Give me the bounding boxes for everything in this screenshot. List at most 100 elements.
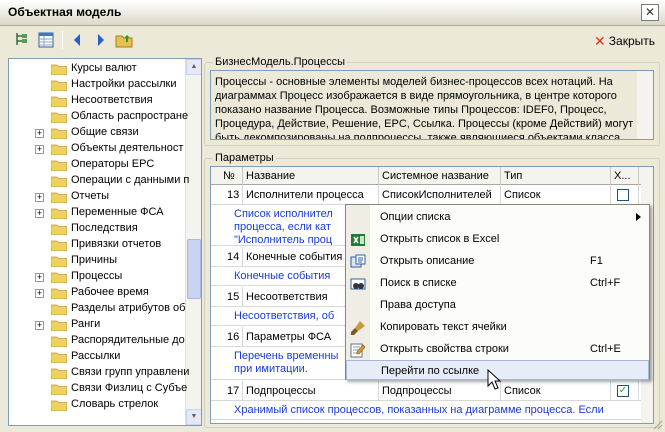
col-type[interactable]: Тип — [501, 167, 611, 185]
cell-sys[interactable]: СписокИсполнителей — [379, 185, 501, 205]
context-menu-item[interactable]: Открыть свойства строки Ctrl+E — [346, 339, 649, 361]
table-row[interactable]: 17 Подпроцессы Подпроцессы Список ✓ — [211, 381, 641, 401]
folder-icon — [50, 159, 68, 172]
tree-item[interactable]: Последствия — [9, 221, 189, 237]
folder-icon — [50, 79, 68, 92]
folder-icon — [50, 111, 68, 124]
tree-item[interactable]: Операторы EPC — [9, 157, 189, 173]
col-num[interactable]: № — [211, 167, 243, 185]
tree-item-label: Операции с данными п — [71, 174, 190, 186]
table-row[interactable]: 13 Исполнители процесса СписокИсполнителей… — [211, 185, 641, 205]
tree-item[interactable]: + Отчеты — [9, 189, 189, 205]
expand-icon[interactable]: + — [35, 289, 44, 298]
row-description-line: Хранимый список процессов, показанных на… — [234, 404, 604, 416]
expand-icon[interactable]: + — [35, 129, 44, 138]
tree-item[interactable]: Операции с данными п — [9, 173, 189, 189]
description-text: Процессы - основные элементы моделей биз… — [215, 76, 634, 140]
row-checkbox[interactable] — [617, 189, 629, 201]
tree-item[interactable]: Распорядительные до — [9, 333, 189, 349]
tree-item[interactable]: Связи Физлиц с Субъе — [9, 381, 189, 397]
forward-arrow-icon[interactable] — [90, 30, 110, 50]
table-view-icon[interactable] — [36, 30, 56, 50]
context-menu-item[interactable]: Поиск в списке Ctrl+F — [346, 273, 649, 295]
col-sys[interactable]: Системное название — [379, 167, 501, 185]
tree-item-label: Рабочее время — [71, 286, 149, 298]
object-model-window: Объектная модель ✕ ✕ Закрыть ▲ ▼ Курсы в… — [0, 0, 665, 432]
context-menu-label: Поиск в списке — [380, 277, 457, 289]
tree-item[interactable]: Несоответствия — [9, 93, 189, 109]
tree-item-label: Рассылки — [71, 350, 121, 362]
tree-item-label: Настройки рассылки — [71, 78, 177, 90]
cell-num[interactable]: 16 — [211, 327, 243, 347]
tree-item[interactable]: Связи групп управлени — [9, 365, 189, 381]
tree-item[interactable]: Причины — [9, 253, 189, 269]
cell-type[interactable]: Список — [501, 381, 611, 401]
expand-icon[interactable]: + — [35, 273, 44, 282]
cell-num[interactable]: 17 — [211, 381, 243, 401]
expand-icon[interactable]: + — [35, 145, 44, 154]
folder-icon — [50, 63, 68, 76]
tree-item-label: Отчеты — [71, 190, 110, 202]
class-tree[interactable]: ▲ ▼ Курсы валют Настройки рассылки Несоотв… — [8, 58, 202, 426]
cell-num[interactable]: 14 — [211, 247, 243, 267]
tree-item[interactable]: Привязки отчетов — [9, 237, 189, 253]
tree-item[interactable]: + Рабочее время — [9, 285, 189, 301]
context-menu-item[interactable]: Права доступа — [346, 295, 649, 317]
back-arrow-icon[interactable] — [68, 30, 88, 50]
cell-checkbox[interactable] — [611, 185, 639, 205]
description-scrollbar[interactable] — [637, 71, 653, 139]
description-icon — [350, 254, 366, 270]
tree-view-icon[interactable] — [12, 30, 32, 50]
expand-icon[interactable]: + — [35, 321, 44, 330]
tree-item[interactable]: + Общие связи — [9, 125, 189, 141]
expand-icon[interactable]: + — [35, 209, 44, 218]
tree-item-label: Последствия — [71, 222, 138, 234]
folder-icon — [50, 143, 68, 156]
folder-icon — [50, 351, 68, 364]
tree-item[interactable]: Настройки рассылки — [9, 77, 189, 93]
context-menu-item[interactable]: Опции списка — [346, 207, 649, 229]
tree-item[interactable]: Разделы атрибутов об — [9, 301, 189, 317]
tree-item-label: Несоответствия — [71, 94, 153, 106]
row-description[interactable]: Хранимый список процессов, показанных на… — [211, 402, 641, 420]
context-menu-label: Открыть свойства строки — [380, 343, 509, 355]
tree-item-label: Курсы валют — [71, 62, 137, 74]
folder-icon — [50, 271, 68, 284]
tree-item-label: Процессы — [71, 270, 123, 282]
submenu-arrow-icon — [636, 213, 641, 221]
cell-checkbox[interactable]: ✓ — [611, 381, 639, 401]
tree-item[interactable]: Область распростране — [9, 109, 189, 125]
cell-sys[interactable]: Подпроцессы — [379, 381, 501, 401]
cell-name[interactable]: Исполнители процесса — [243, 185, 379, 205]
cell-num[interactable]: 13 — [211, 185, 243, 205]
tree-item-label: Операторы EPC — [71, 158, 155, 170]
close-button[interactable]: ✕ Закрыть — [594, 31, 655, 51]
folder-icon — [50, 127, 68, 140]
col-name[interactable]: Название — [243, 167, 379, 185]
description-group-title: БизнесМодель.Процессы — [213, 56, 347, 68]
tree-item[interactable]: + Объекты деятельност — [9, 141, 189, 157]
tree-item[interactable]: + Ранги — [9, 317, 189, 333]
description-box[interactable]: Процессы - основные элементы моделей биз… — [210, 70, 654, 140]
row-checkbox[interactable]: ✓ — [617, 385, 629, 397]
tree-scroll-thumb[interactable] — [187, 239, 201, 299]
tree-item[interactable]: Словарь стрелок — [9, 397, 189, 413]
resize-grip-icon[interactable] — [651, 418, 663, 430]
tree-item[interactable]: + Переменные ФСА — [9, 205, 189, 221]
tree-item[interactable]: Рассылки — [9, 349, 189, 365]
tree-item-label: Связи групп управлени — [71, 366, 190, 378]
col-x[interactable]: Х... — [611, 167, 639, 185]
cell-type[interactable]: Список — [501, 185, 611, 205]
folder-up-icon[interactable] — [114, 30, 134, 50]
tree-item[interactable]: Курсы валют — [9, 61, 189, 77]
window-close-button[interactable]: ✕ — [641, 4, 659, 21]
context-menu-item[interactable]: Открыть список в Excel — [346, 229, 649, 251]
context-menu-item[interactable]: Открыть описание F1 — [346, 251, 649, 273]
cell-name[interactable]: Подпроцессы — [243, 381, 379, 401]
cell-num[interactable]: 15 — [211, 287, 243, 307]
expand-icon[interactable]: + — [35, 193, 44, 202]
context-menu-shortcut: Ctrl+F — [590, 277, 621, 289]
tree-item[interactable]: + Процессы — [9, 269, 189, 285]
tree-item-label: Ранги — [71, 318, 101, 330]
context-menu-item[interactable]: Копировать текст ячейки — [346, 317, 649, 339]
